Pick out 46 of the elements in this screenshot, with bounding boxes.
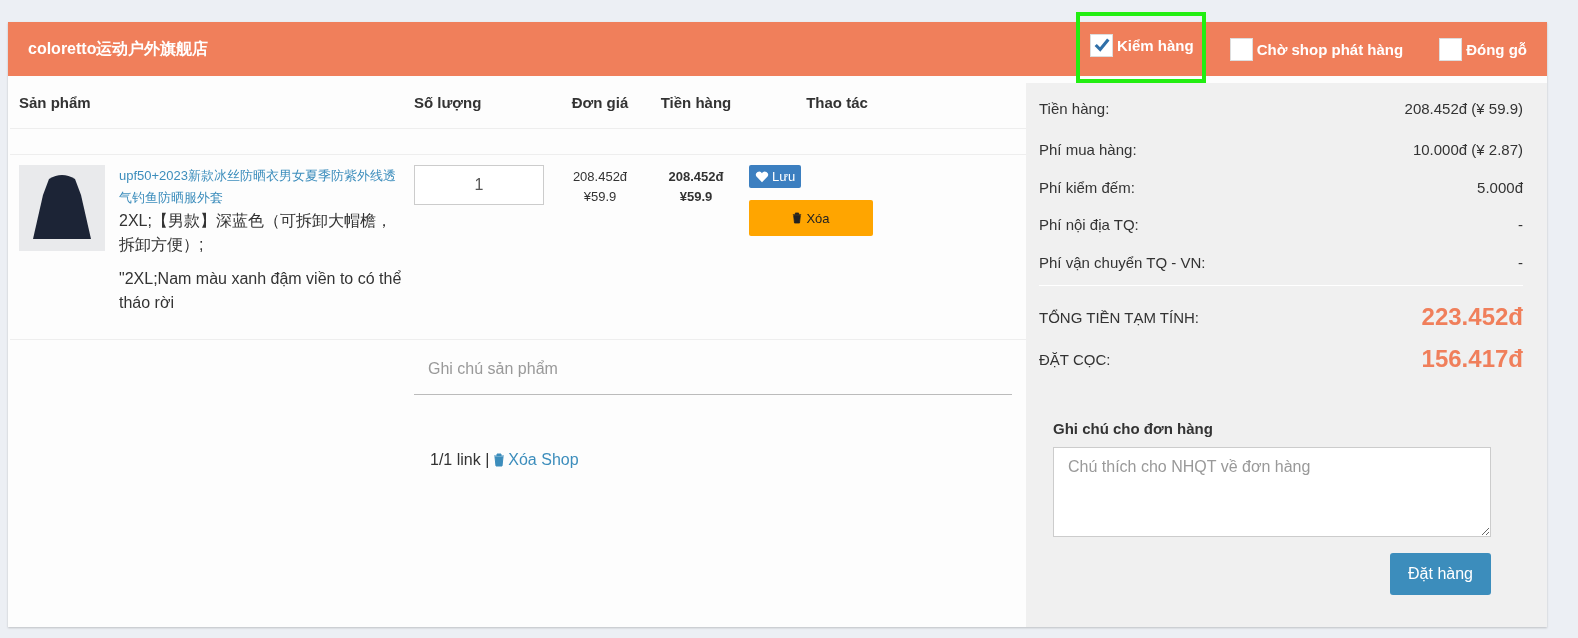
column-header: Số lượng bbox=[414, 93, 483, 111]
summary-value: - bbox=[1518, 216, 1523, 234]
order-note-label: Ghi chú cho đơn hàng bbox=[1053, 420, 1214, 437]
summary-value: - bbox=[1518, 253, 1523, 271]
variant-text: 2XL;【男款】深蓝色（可拆卸大帽檐，拆卸方便）; bbox=[119, 211, 393, 255]
checkbox[interactable] bbox=[1090, 33, 1113, 57]
summary-label: Phí nội địa TQ: bbox=[1039, 216, 1139, 234]
total-value: 223.452đ bbox=[1421, 303, 1523, 331]
total-price: 208.452đ bbox=[667, 168, 725, 186]
total-price-cny: ¥59.9 bbox=[678, 188, 714, 206]
product-link[interactable]: upf50+2023新款冰丝防晒衣男女夏季防紫外线透气钓鱼防晒服外套 bbox=[119, 165, 405, 209]
trash-icon bbox=[792, 212, 803, 224]
option-checkbox[interactable]: Chờ shop phát hàng bbox=[1229, 37, 1404, 61]
total-value: 156.417đ bbox=[1421, 345, 1523, 373]
checkbox[interactable] bbox=[1439, 37, 1463, 61]
column-header: Đơn giá bbox=[570, 93, 630, 111]
delete-shop-link[interactable]: Xóa Shop bbox=[493, 451, 579, 469]
order-note-field[interactable]: Chú thích cho NHQT về đơn hàng bbox=[1053, 447, 1491, 537]
summary-value: 5.000đ bbox=[1477, 178, 1523, 196]
summary-label: Tiền hàng: bbox=[1039, 99, 1110, 117]
shop-name: coloretto运动户外旗舰店 bbox=[28, 38, 209, 59]
checkmark-icon bbox=[1092, 36, 1111, 54]
quantity-field[interactable]: 1 bbox=[414, 165, 544, 205]
order-button[interactable]: Đặt hàng bbox=[1390, 553, 1491, 595]
summary-label: Phí kiểm đếm: bbox=[1039, 178, 1135, 196]
summary-value: 208.452đ (¥ 59.9) bbox=[1404, 99, 1523, 117]
product-note-field[interactable]: Ghi chú sản phẩm bbox=[414, 352, 1012, 395]
summary-value: 10.000đ (¥ 2.87) bbox=[1412, 141, 1523, 159]
link-count: 1/1 link | bbox=[430, 451, 490, 469]
checkbox[interactable] bbox=[1229, 37, 1253, 61]
summary-label: Phí vận chuyển TQ - VN: bbox=[1039, 253, 1206, 271]
column-header: Sản phẩm bbox=[18, 93, 92, 111]
heart-icon bbox=[755, 170, 769, 183]
variant-translation: "2XL;Nam màu xanh đậm viền to có thể tháo rời bbox=[119, 269, 403, 313]
save-button[interactable]: Lưu bbox=[749, 165, 802, 188]
delete-button[interactable]: Xóa bbox=[749, 200, 873, 236]
unit-price-cny: ¥59.9 bbox=[582, 188, 618, 206]
option-checkbox[interactable]: Kiểm hàng bbox=[1080, 15, 1202, 79]
total-label: TỔNG TIỀN TẠM TÍNH: bbox=[1039, 308, 1199, 326]
trash-icon bbox=[493, 453, 506, 467]
column-header: Tiền hàng bbox=[659, 93, 733, 111]
summary-label: Phí mua hàng: bbox=[1039, 141, 1137, 159]
column-header: Thao tác bbox=[805, 93, 869, 111]
total-label: ĐẶT CỌC: bbox=[1039, 350, 1111, 368]
option-checkbox[interactable]: Đóng gỗ bbox=[1439, 37, 1527, 61]
unit-price: 208.452đ bbox=[571, 168, 629, 186]
